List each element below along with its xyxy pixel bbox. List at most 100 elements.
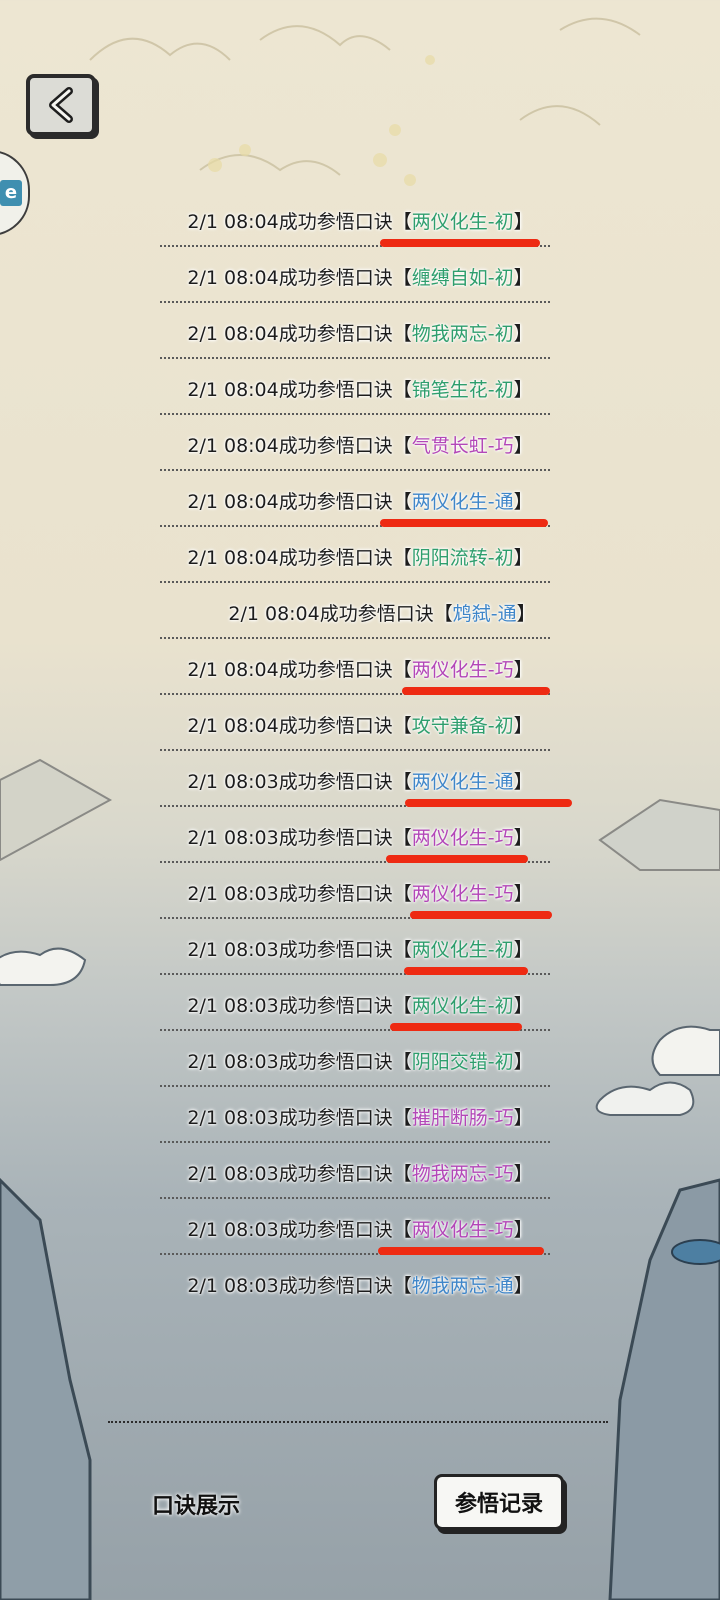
log-entry-action: 成功参悟口诀 [278, 883, 393, 905]
open-bracket: 【 [392, 379, 412, 401]
log-entry-action: 成功参悟口诀 [278, 1275, 393, 1297]
log-entry-text: 2/1 08:04成功参悟口诀【两仪化生-巧】 [0, 656, 720, 684]
log-entry-text: 2/1 08:04成功参悟口诀【缠缚自如-初】 [0, 264, 720, 292]
log-entry-text: 2/1 08:03成功参悟口诀【两仪化生-初】 [0, 936, 720, 964]
tab-mantra-showcase[interactable]: 口诀展示 [152, 1488, 240, 1520]
close-bracket: 】 [513, 211, 533, 233]
row-divider [160, 413, 550, 415]
log-entry-text: 2/1 08:04成功参悟口诀【锦笔生花-初】 [0, 376, 720, 404]
log-entry-text: 2/1 08:03成功参悟口诀【阴阳交错-初】 [0, 1048, 720, 1076]
mantra-name: 两仪化生-通 [411, 771, 514, 793]
open-bracket: 【 [392, 883, 412, 905]
log-entry-action: 成功参悟口诀 [278, 1107, 393, 1129]
mantra-name: 物我两忘-巧 [411, 1163, 514, 1185]
close-bracket: 】 [513, 715, 533, 737]
mantra-name: 两仪化生-巧 [411, 883, 514, 905]
open-bracket: 【 [392, 1107, 412, 1129]
log-entry-action: 成功参悟口诀 [278, 1219, 393, 1241]
highlight-mark [386, 855, 528, 863]
row-divider [160, 1197, 550, 1199]
bottom-divider [108, 1421, 608, 1423]
log-entry: 2/1 08:04成功参悟口诀【攻守兼备-初】 [0, 702, 720, 758]
open-bracket: 【 [392, 211, 412, 233]
comprehension-log-list[interactable]: 2/1 08:04成功参悟口诀【两仪化生-初】 2/1 08:04成功参悟口诀【缠… [0, 198, 720, 1318]
open-bracket: 【 [392, 939, 412, 961]
log-entry-time: 2/1 08:04 [187, 715, 279, 737]
log-entry-action: 成功参悟口诀 [278, 547, 393, 569]
mantra-name: 缠缚自如-初 [411, 267, 514, 289]
log-entry-text: 2/1 08:04成功参悟口诀【鸩弑-通】 [22, 600, 720, 628]
close-bracket: 】 [513, 995, 533, 1017]
tab-comprehension-records[interactable]: 参悟记录 [434, 1474, 564, 1530]
close-bracket: 】 [513, 323, 533, 345]
mantra-name: 摧肝断肠-巧 [411, 1107, 514, 1129]
log-entry: 2/1 08:04成功参悟口诀【阴阳流转-初】 [0, 534, 720, 590]
mantra-name: 攻守兼备-初 [411, 715, 514, 737]
close-bracket: 】 [513, 1107, 533, 1129]
highlight-mark [404, 967, 528, 975]
log-entry-action: 成功参悟口诀 [278, 715, 393, 737]
log-entry: 2/1 08:03成功参悟口诀【两仪化生-巧】 [0, 814, 720, 870]
log-entry-action: 成功参悟口诀 [319, 603, 434, 625]
log-entry-action: 成功参悟口诀 [278, 659, 393, 681]
log-entry-time: 2/1 08:03 [187, 1051, 279, 1073]
log-entry-time: 2/1 08:04 [187, 379, 279, 401]
back-button[interactable] [26, 74, 96, 136]
log-entry: 2/1 08:03成功参悟口诀【阴阳交错-初】 [0, 1038, 720, 1094]
log-entry-text: 2/1 08:03成功参悟口诀【物我两忘-通】 [0, 1272, 720, 1300]
log-entry: 2/1 08:04成功参悟口诀【鸩弑-通】 [0, 590, 720, 646]
open-bracket: 【 [392, 1051, 412, 1073]
log-entry-action: 成功参悟口诀 [278, 323, 393, 345]
log-entry: 2/1 08:04成功参悟口诀【缠缚自如-初】 [0, 254, 720, 310]
highlight-mark [390, 1023, 522, 1031]
log-entry-time: 2/1 08:03 [187, 771, 279, 793]
log-entry-time: 2/1 08:03 [187, 995, 279, 1017]
mantra-name: 阴阳交错-初 [411, 1051, 514, 1073]
mantra-name: 两仪化生-巧 [411, 1219, 514, 1241]
log-entry-text: 2/1 08:03成功参悟口诀【两仪化生-初】 [0, 992, 720, 1020]
log-entry-text: 2/1 08:04成功参悟口诀【物我两忘-初】 [0, 320, 720, 348]
mantra-name: 物我两忘-初 [411, 323, 514, 345]
log-entry: 2/1 08:03成功参悟口诀【物我两忘-巧】 [0, 1150, 720, 1206]
log-entry-action: 成功参悟口诀 [278, 267, 393, 289]
log-entry: 2/1 08:03成功参悟口诀【摧肝断肠-巧】 [0, 1094, 720, 1150]
mantra-name: 两仪化生-初 [411, 995, 514, 1017]
log-entry-time: 2/1 08:03 [187, 1219, 279, 1241]
log-entry: 2/1 08:03成功参悟口诀【两仪化生-巧】 [0, 1206, 720, 1262]
open-bracket: 【 [392, 659, 412, 681]
mantra-name: 气贯长虹-巧 [411, 435, 514, 457]
log-entry-action: 成功参悟口诀 [278, 435, 393, 457]
close-bracket: 】 [513, 267, 533, 289]
log-entry-action: 成功参悟口诀 [278, 491, 393, 513]
open-bracket: 【 [392, 1163, 412, 1185]
highlight-mark [378, 1247, 544, 1255]
log-entry-time: 2/1 08:04 [228, 603, 320, 625]
log-entry-time: 2/1 08:04 [187, 267, 279, 289]
log-entry-text: 2/1 08:03成功参悟口诀【摧肝断肠-巧】 [0, 1104, 720, 1132]
mantra-name: 两仪化生-巧 [411, 659, 514, 681]
open-bracket: 【 [392, 715, 412, 737]
log-entry-time: 2/1 08:04 [187, 435, 279, 457]
log-entry: 2/1 08:04成功参悟口诀【两仪化生-通】 [0, 478, 720, 534]
row-divider [160, 469, 550, 471]
log-entry-text: 2/1 08:04成功参悟口诀【攻守兼备-初】 [0, 712, 720, 740]
log-entry-time: 2/1 08:03 [187, 1107, 279, 1129]
log-entry-text: 2/1 08:03成功参悟口诀【两仪化生-巧】 [0, 824, 720, 852]
log-entry-time: 2/1 08:04 [187, 491, 279, 513]
open-bracket: 【 [392, 995, 412, 1017]
close-bracket: 】 [513, 827, 533, 849]
close-bracket: 】 [513, 435, 533, 457]
open-bracket: 【 [392, 1275, 412, 1297]
row-divider [160, 581, 550, 583]
row-divider [160, 357, 550, 359]
open-bracket: 【 [392, 323, 412, 345]
log-entry-time: 2/1 08:03 [187, 1275, 279, 1297]
mantra-name: 鸩弑-通 [452, 603, 517, 625]
log-entry-time: 2/1 08:04 [187, 323, 279, 345]
close-bracket: 】 [513, 659, 533, 681]
log-entry-action: 成功参悟口诀 [278, 995, 393, 1017]
open-bracket: 【 [392, 827, 412, 849]
close-bracket: 】 [516, 603, 536, 625]
log-entry-action: 成功参悟口诀 [278, 939, 393, 961]
log-entry: 2/1 08:03成功参悟口诀【两仪化生-巧】 [0, 870, 720, 926]
